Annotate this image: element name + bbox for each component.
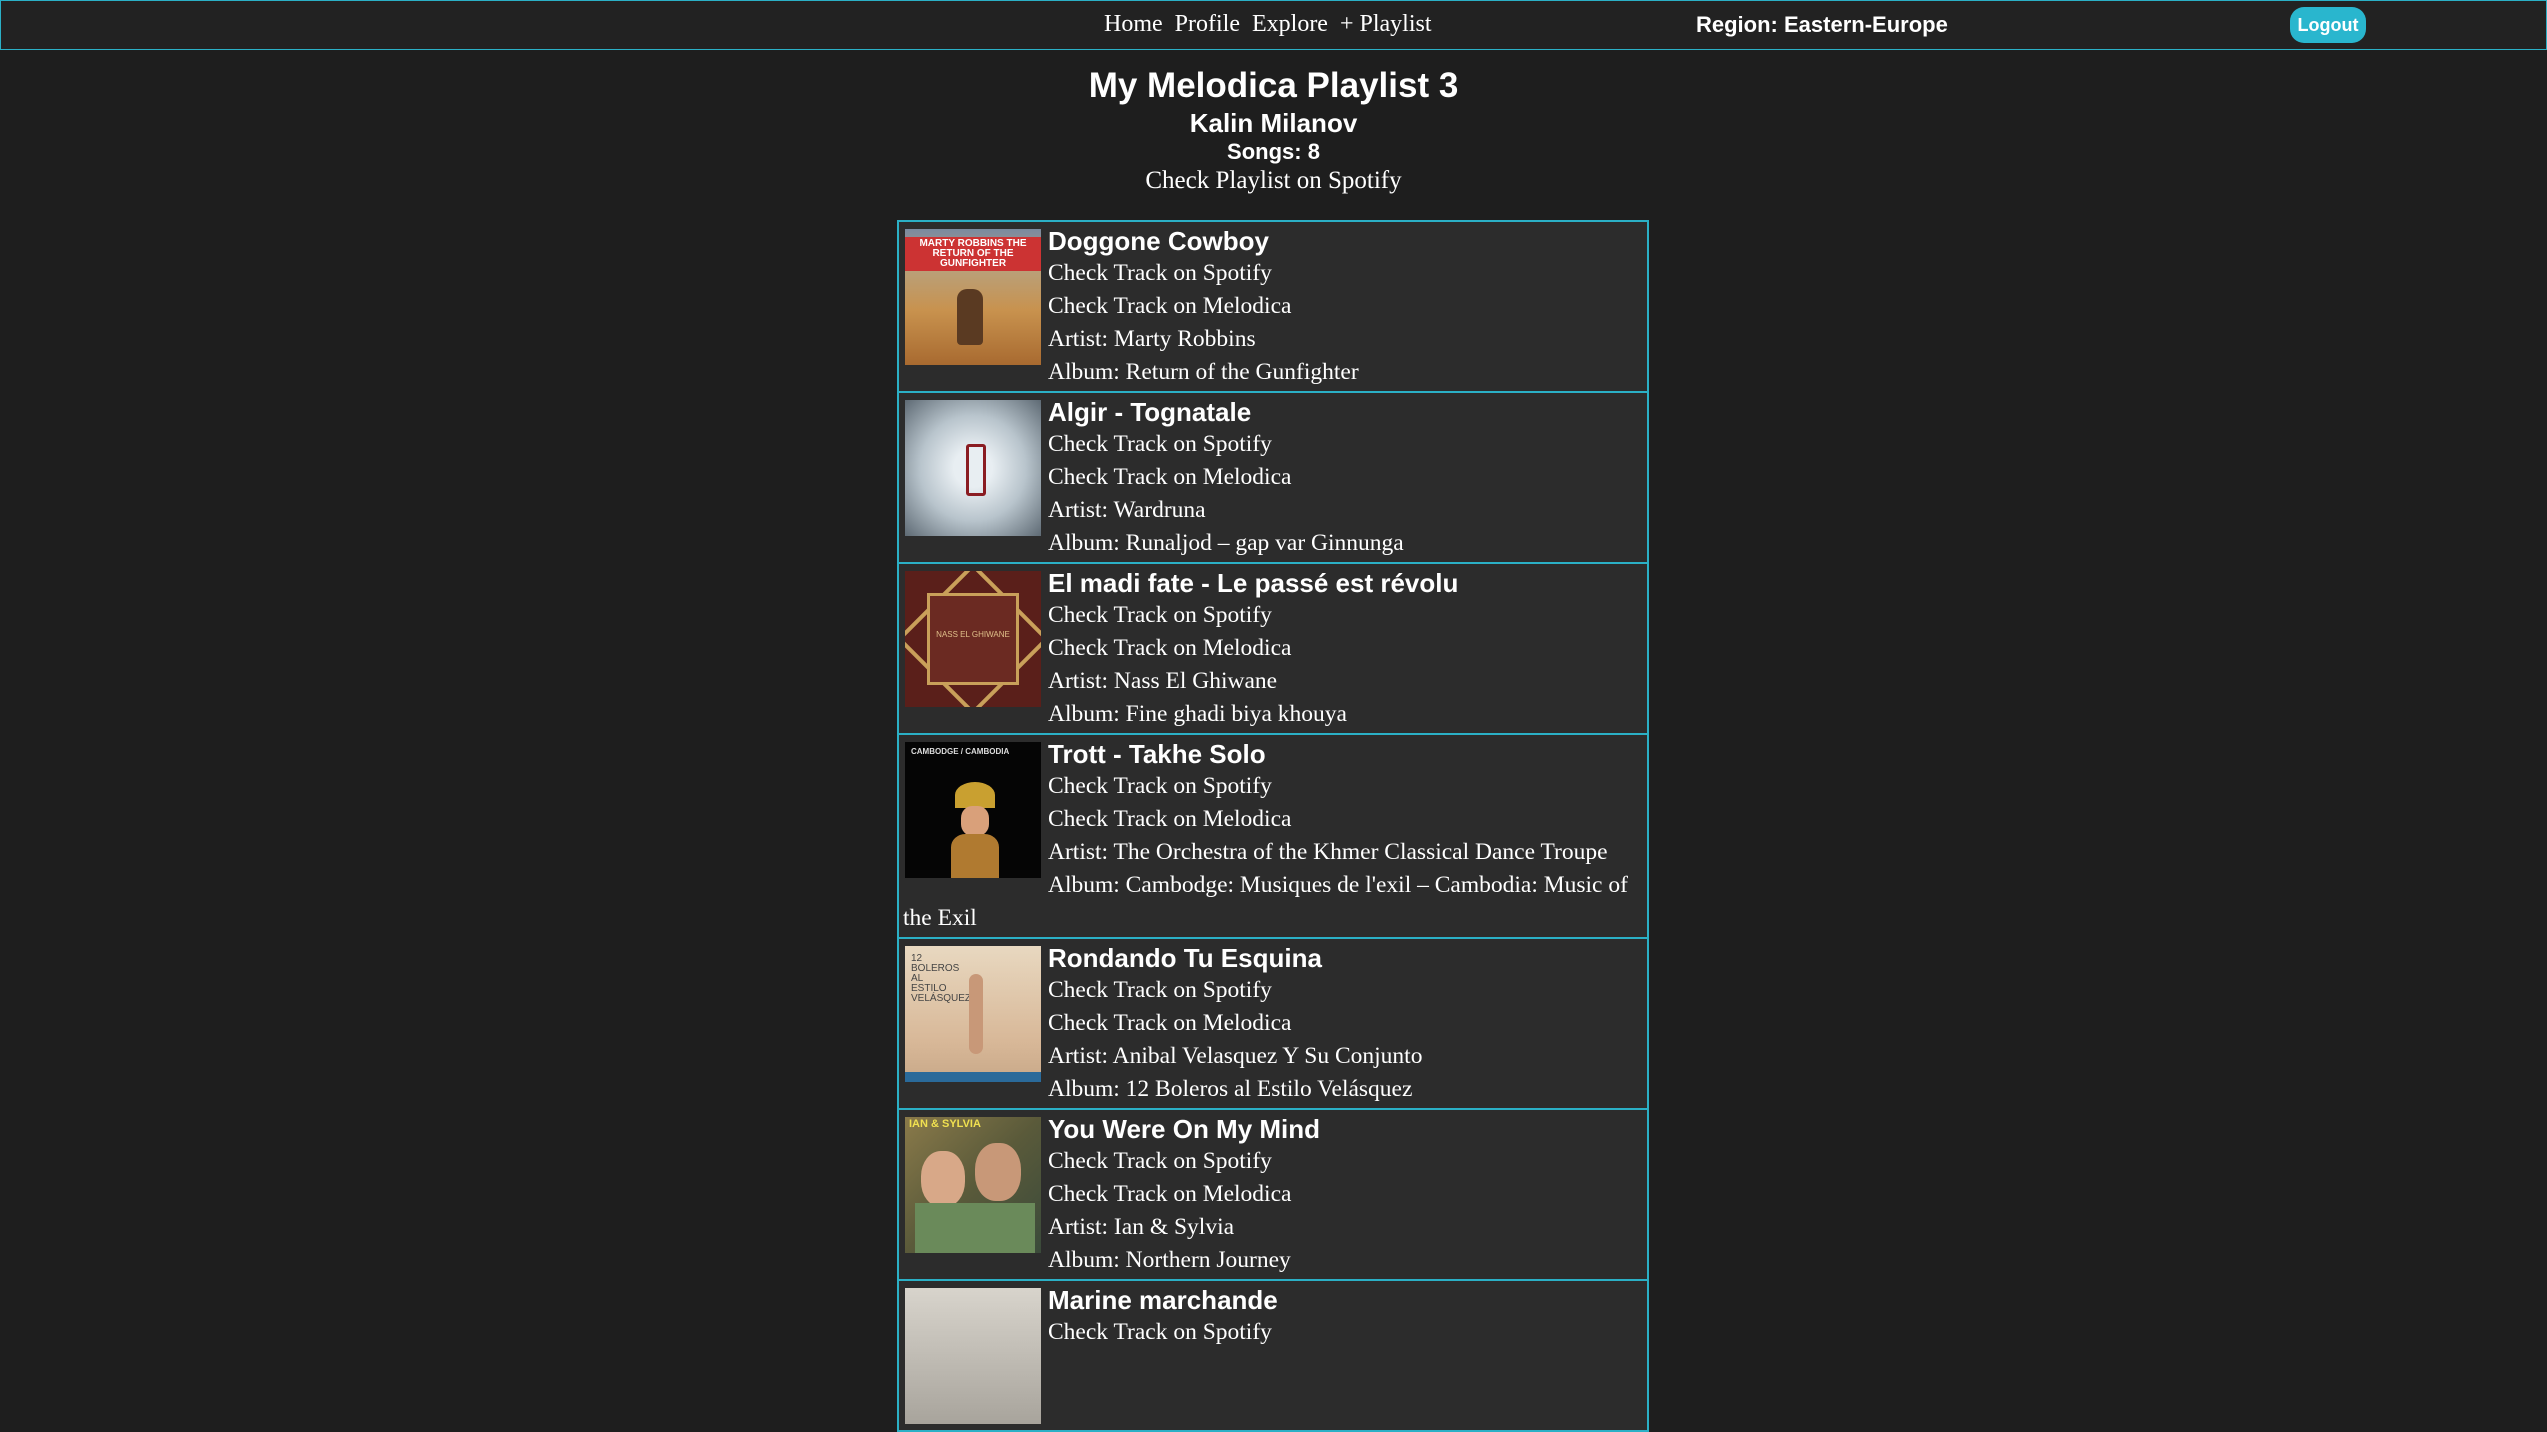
track-card: Algir - Tognatale Check Track on Spotify…	[897, 391, 1649, 564]
playlist-title: My Melodica Playlist 3	[1088, 66, 1459, 105]
playlist-spotify-link[interactable]: Check Playlist on Spotify	[1145, 167, 1401, 194]
top-navbar: Home Profile Explore + Playlist Region: Eas…	[0, 0, 2547, 50]
track-list: MARTY ROBBINS THE RETURN OF THE GUNFIGHT…	[897, 220, 1649, 1432]
album-cover	[905, 1288, 1041, 1424]
album-cover	[905, 400, 1041, 536]
main-nav: Home Profile Explore + Playlist	[1104, 11, 1444, 38]
track-album: Album: Cambodge: Musiques de l'exil – Ca…	[903, 872, 1628, 931]
nav-home-link[interactable]: Home	[1104, 11, 1163, 37]
playlist-song-count: Songs: 8	[1227, 139, 1320, 164]
track-card: MARTY ROBBINS THE RETURN OF THE GUNFIGHT…	[897, 220, 1649, 393]
track-card: IAN & SYLVIA You Were On My Mind Check T…	[897, 1108, 1649, 1281]
album-cover: NASS EL GHIWANE	[905, 571, 1041, 707]
track-card: Marine marchande Check Track on Spotify	[897, 1279, 1649, 1432]
nav-profile-link[interactable]: Profile	[1175, 11, 1240, 37]
playlist-owner: Kalin Milanov	[1189, 108, 1358, 138]
album-cover: MARTY ROBBINS THE RETURN OF THE GUNFIGHT…	[905, 229, 1041, 365]
track-card: 12 BOLEROS AL ESTILO VELÁSQUEZ Rondando …	[897, 937, 1649, 1110]
logout-button[interactable]: Logout	[2290, 7, 2366, 43]
track-card: CAMBODGE / CAMBODIA Trott - Takhe Solo C…	[897, 733, 1649, 939]
nav-explore-link[interactable]: Explore	[1252, 11, 1328, 37]
album-cover: CAMBODGE / CAMBODIA	[905, 742, 1041, 878]
album-cover: 12 BOLEROS AL ESTILO VELÁSQUEZ	[905, 946, 1041, 1082]
nav-add-playlist-link[interactable]: + Playlist	[1340, 11, 1432, 37]
region-label: Region: Eastern-Europe	[1696, 12, 1948, 37]
track-card: NASS EL GHIWANE El madi fate - Le passé …	[897, 562, 1649, 735]
album-cover: IAN & SYLVIA	[905, 1117, 1041, 1253]
playlist-header: My Melodica Playlist 3 Kalin Milanov Son…	[0, 64, 2547, 196]
